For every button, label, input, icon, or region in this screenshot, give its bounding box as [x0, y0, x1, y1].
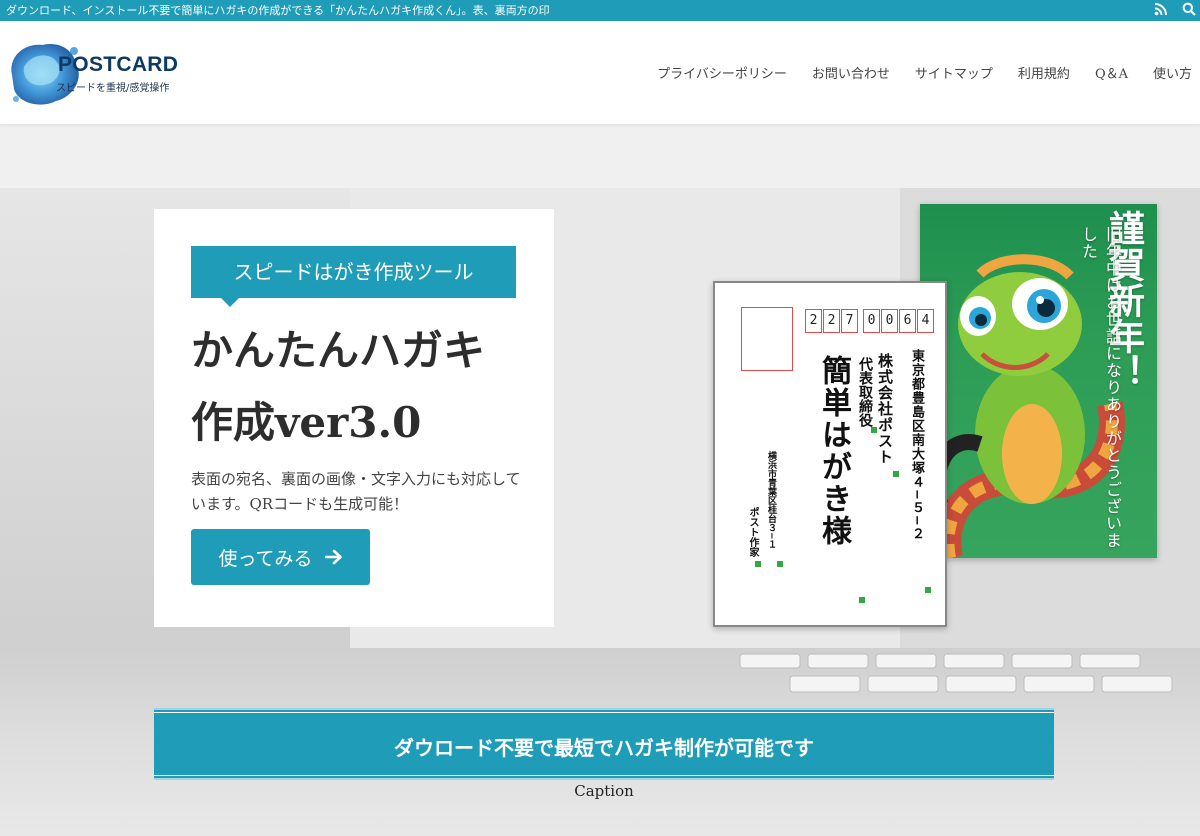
- hero-section: スピードはがき作成ツール かんたんハガキ 作成ver3.0 表面の宛名、裏面の画…: [0, 188, 1200, 648]
- site-logo[interactable]: POSTCARD スピードを重視/感覚操作: [4, 37, 188, 111]
- nav-privacy-policy[interactable]: プライバシーポリシー: [657, 63, 787, 82]
- nav-faq[interactable]: Q＆A: [1095, 63, 1128, 82]
- main-nav: プライバシーポリシー お問い合わせ サイトマップ 利用規約 Q＆A 使い方: [657, 63, 1192, 82]
- postcard-back-image: 謹賀新年！ 旧年中はお世話になりありがとうございました: [920, 204, 1157, 558]
- recipient-company: 株式会社ポスト: [876, 353, 894, 465]
- hero-title-line1: かんたんハガキ: [191, 326, 486, 375]
- zip-digit: 2: [805, 309, 822, 333]
- recipient-role: 代表取締役: [857, 357, 873, 427]
- nav-sitemap[interactable]: サイトマップ: [915, 63, 993, 82]
- hero-ribbon: スピードはがき作成ツール: [191, 246, 516, 307]
- zip-digit: 6: [899, 309, 916, 333]
- recipient-address: 東京都豊島区南大塚４−５−２: [909, 349, 924, 541]
- laptop-keyboard-illustration: [739, 653, 1173, 693]
- hero-description: 表面の宛名、裏面の画像・文字入力にも対応しています。QRコードも生成可能！: [191, 470, 521, 513]
- postcard-front-image: 2 2 7 0 0 6 4 東京都豊島区南大塚４−５−２ 株式会社ポスト 代表取…: [713, 281, 947, 627]
- nav-contact[interactable]: お問い合わせ: [812, 63, 890, 82]
- stamp-area: [741, 307, 793, 371]
- zip-digit: 2: [823, 309, 840, 333]
- logo-subtitle: スピードを重視/感覚操作: [56, 83, 170, 94]
- handle-dot[interactable]: [777, 561, 783, 567]
- hero-title-line2: 作成ver3.0: [191, 398, 422, 447]
- feature-banner: ダウロード不要で最短でハガキ制作が可能です: [154, 708, 1054, 780]
- hero-card: スピードはがき作成ツール かんたんハガキ 作成ver3.0 表面の宛名、裏面の画…: [154, 209, 554, 627]
- topbar-announcement: ダウンロード、インストール不要で簡単にハガキの作成ができる「かんたんハガキ作成く…: [6, 4, 550, 17]
- recipient-name: 簡単はがき様: [816, 355, 851, 547]
- handle-dot[interactable]: [925, 587, 931, 593]
- handle-dot[interactable]: [893, 471, 899, 477]
- zip-digit: 4: [917, 309, 934, 333]
- nav-how-to-use[interactable]: 使い方: [1153, 63, 1192, 82]
- zip-digit: 0: [863, 309, 880, 333]
- feature-banner-text: ダウロード不要で最短でハガキ制作が可能です: [394, 736, 814, 760]
- arrow-right-icon: [324, 549, 342, 565]
- site-header: POSTCARD スピードを重視/感覚操作 プライバシーポリシー お問い合わせ …: [0, 21, 1200, 125]
- nav-terms[interactable]: 利用規約: [1018, 63, 1070, 82]
- search-icon[interactable]: [1182, 2, 1196, 16]
- banner-caption: Caption: [574, 782, 634, 800]
- top-info-bar: ダウンロード、インストール不要で簡単にハガキの作成ができる「かんたんハガキ作成く…: [0, 0, 1200, 21]
- zip-digit: 0: [881, 309, 898, 333]
- topbar-icon-group: [1154, 2, 1196, 16]
- rss-icon[interactable]: [1154, 2, 1168, 16]
- zip-code-boxes: 2 2 7 0 0 6 4: [805, 309, 935, 333]
- logo-title: POSTCARD: [58, 53, 179, 76]
- new-year-message: 旧年中はお世話になりありがとうございました: [1079, 226, 1122, 549]
- handle-dot[interactable]: [755, 561, 761, 567]
- try-it-button-label: 使ってみる: [218, 547, 313, 570]
- sender-address: 横浜市青葉区桂台３−１: [766, 451, 776, 549]
- try-it-button[interactable]: 使ってみる: [191, 529, 370, 585]
- handle-dot[interactable]: [859, 597, 865, 603]
- hero-title: かんたんハガキ 作成ver3.0: [191, 315, 531, 459]
- sender-name: ポスト作家: [747, 507, 758, 557]
- handle-dot[interactable]: [871, 427, 877, 433]
- zip-digit: 7: [841, 309, 858, 333]
